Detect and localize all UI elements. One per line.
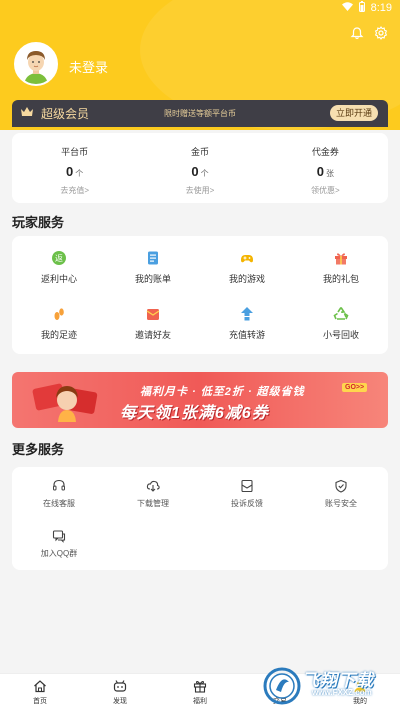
wallet-stats-card: 平台币 0个 去充值> 金币 0个 去使用> 代金券 0张 领优惠> bbox=[12, 133, 388, 203]
service-online-support[interactable]: 在线客服 bbox=[12, 471, 106, 515]
service-label: 我的礼包 bbox=[322, 274, 359, 284]
gift-icon bbox=[333, 250, 349, 266]
section-title-player-services: 玩家服务 bbox=[12, 215, 65, 230]
service-label: 小号回收 bbox=[322, 330, 359, 340]
invite-envelope-icon bbox=[145, 306, 161, 322]
status-bar: 8:19 bbox=[0, 0, 400, 16]
discover-icon bbox=[113, 679, 127, 693]
service-label: 我的游戏 bbox=[228, 274, 265, 284]
bell-icon[interactable] bbox=[350, 26, 364, 40]
feedback-icon bbox=[240, 479, 254, 493]
service-label: 账号安全 bbox=[325, 499, 357, 508]
service-label: 邀请好友 bbox=[134, 330, 171, 340]
service-join-qq-group[interactable]: 加入QQ群 bbox=[12, 521, 106, 565]
bill-icon bbox=[145, 250, 161, 266]
login-prompt[interactable]: 未登录 bbox=[69, 57, 108, 76]
monthly-card-promo-banner[interactable]: 福利月卡 · 低至2折 · 超级省钱 GO>> 每天领1张满6减6券 bbox=[12, 372, 388, 428]
stat-number: 0 bbox=[191, 164, 199, 179]
home-icon bbox=[33, 679, 47, 693]
battery-icon bbox=[358, 1, 365, 15]
service-my-games[interactable]: 我的游戏 bbox=[200, 242, 294, 292]
tab-discover[interactable]: 发现 bbox=[80, 674, 160, 711]
wifi-icon bbox=[341, 2, 353, 14]
stat-title: 代金券 bbox=[311, 147, 339, 157]
tab-label: 福利 bbox=[193, 698, 207, 705]
download-cloud-icon bbox=[146, 479, 160, 493]
chat-group-icon bbox=[52, 529, 66, 543]
service-account-recycle[interactable]: 小号回收 bbox=[294, 298, 388, 348]
svg-text:返: 返 bbox=[55, 254, 63, 263]
gear-icon[interactable] bbox=[374, 26, 388, 40]
stat-unit: 张 bbox=[325, 169, 334, 178]
recycle-icon bbox=[333, 306, 349, 322]
service-complaint-feedback[interactable]: 投诉反馈 bbox=[200, 471, 294, 515]
stat-title: 平台币 bbox=[61, 147, 89, 157]
stat-gold-coin[interactable]: 金币 0个 去使用> bbox=[137, 133, 262, 203]
stat-value: 0个 bbox=[12, 164, 137, 179]
banner-main-text: 每天领1张满6减6券 bbox=[120, 405, 269, 422]
avatar[interactable] bbox=[14, 42, 58, 86]
status-time: 8:19 bbox=[370, 2, 392, 14]
section-title-more-services: 更多服务 bbox=[12, 442, 65, 457]
stat-title: 金币 bbox=[190, 147, 209, 157]
service-label: 下载管理 bbox=[137, 499, 169, 508]
vip-banner[interactable]: 超级会员 限时赠送等额平台币 立即开通 bbox=[12, 100, 388, 127]
service-label: 投诉反馈 bbox=[231, 499, 263, 508]
more-services-card: 在线客服 下载管理 投诉反馈 账号安全 加入QQ群 bbox=[12, 467, 388, 570]
service-invite-friends[interactable]: 邀请好友 bbox=[106, 298, 200, 348]
tab-label: 首页 bbox=[33, 698, 47, 705]
service-my-bill[interactable]: 我的账单 bbox=[106, 242, 200, 292]
service-my-gifts[interactable]: 我的礼包 bbox=[294, 242, 388, 292]
service-label: 我的足迹 bbox=[40, 330, 77, 340]
rebate-icon: 返 bbox=[51, 250, 67, 266]
stat-unit: 个 bbox=[200, 169, 209, 178]
stat-number: 0 bbox=[316, 164, 324, 179]
service-label: 我的账单 bbox=[134, 274, 171, 284]
stat-voucher[interactable]: 代金券 0张 领优惠> bbox=[263, 133, 388, 203]
service-my-footprint[interactable]: 我的足迹 bbox=[12, 298, 106, 348]
tab-home[interactable]: 首页 bbox=[0, 674, 80, 711]
stat-value: 0个 bbox=[137, 164, 262, 179]
banner-headline: 福利月卡 · 低至2折 · 超级省钱 bbox=[140, 386, 305, 398]
service-recharge-transfer[interactable]: 充值转游 bbox=[200, 298, 294, 348]
gamepad-icon bbox=[239, 250, 255, 266]
service-account-security[interactable]: 账号安全 bbox=[294, 471, 388, 515]
service-rebate-center[interactable]: 返 返利中心 bbox=[12, 242, 106, 292]
header-actions bbox=[350, 26, 388, 40]
vip-activate-button[interactable]: 立即开通 bbox=[329, 105, 378, 121]
footprint-icon bbox=[51, 306, 67, 322]
service-label: 返利中心 bbox=[40, 274, 77, 284]
character-illustration bbox=[32, 380, 102, 422]
service-label: 在线客服 bbox=[43, 499, 75, 508]
tab-welfare[interactable]: 福利 bbox=[160, 674, 240, 711]
service-label: 加入QQ群 bbox=[40, 548, 78, 558]
service-label: 充值转游 bbox=[228, 330, 265, 340]
service-download-manager[interactable]: 下载管理 bbox=[106, 471, 200, 515]
stat-link[interactable]: 去使用> bbox=[137, 185, 262, 196]
stat-unit: 个 bbox=[75, 169, 84, 178]
watermark-url: www.FXXZ.com bbox=[312, 688, 372, 697]
tab-label: 发现 bbox=[113, 698, 127, 705]
banner-go-tag: GO>> bbox=[342, 383, 368, 392]
player-services-card: 返 返利中心 我的账单 我的游戏 我的礼包 我的足迹 邀请好友 充值转游 小号回… bbox=[12, 236, 388, 354]
stat-value: 0张 bbox=[263, 164, 388, 179]
shield-icon bbox=[334, 479, 348, 493]
headset-icon bbox=[52, 479, 66, 493]
transfer-icon bbox=[239, 306, 255, 322]
stat-platform-coin[interactable]: 平台币 0个 去充值> bbox=[12, 133, 137, 203]
stat-number: 0 bbox=[66, 164, 74, 179]
stat-link[interactable]: 去充值> bbox=[12, 185, 137, 196]
gift-box-icon bbox=[193, 679, 207, 693]
stat-link[interactable]: 领优惠> bbox=[263, 185, 388, 196]
